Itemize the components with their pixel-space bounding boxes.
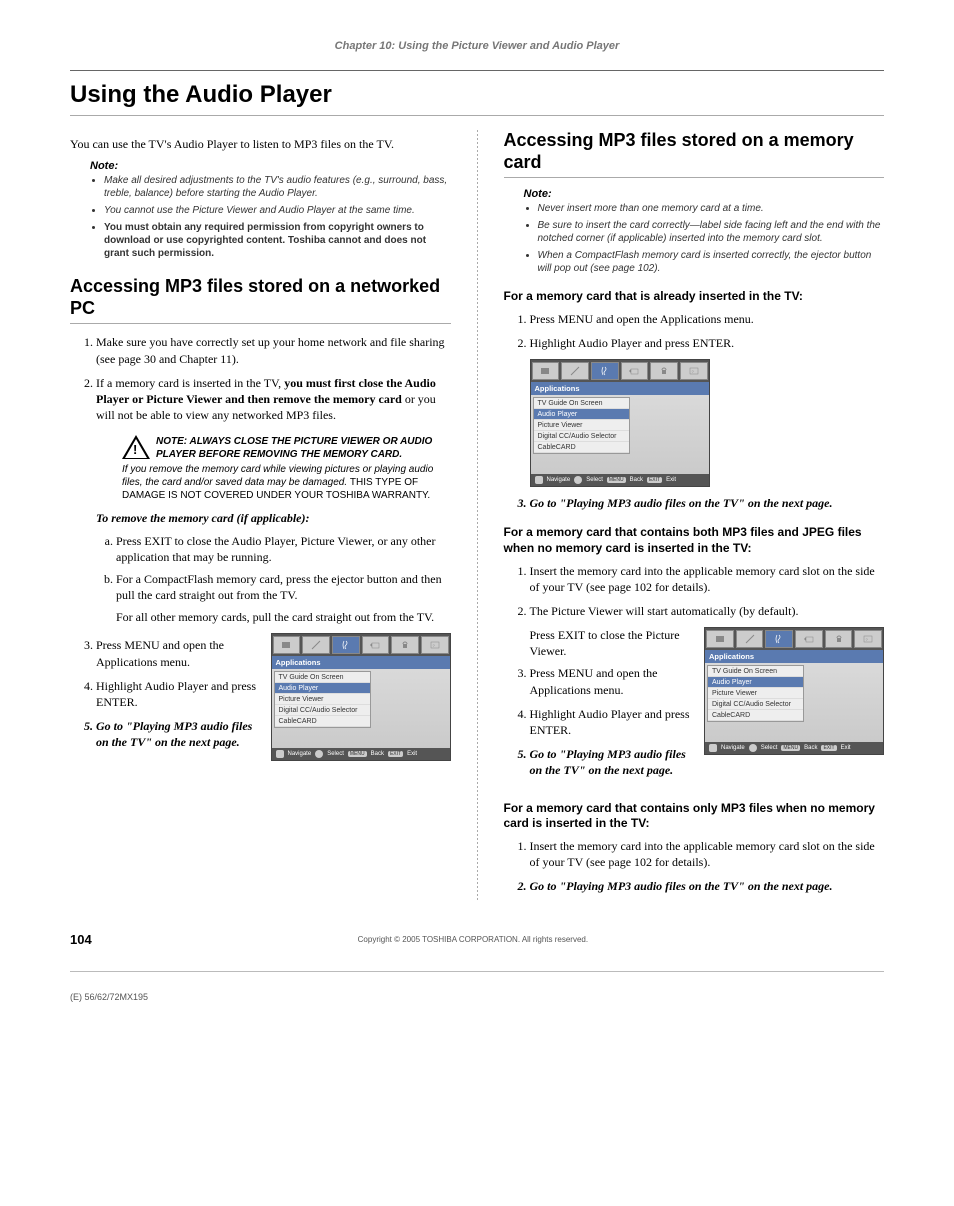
step: Insert the memory card into the applicab… [530,838,885,870]
applications-menu-screenshot: ? Applications TV Guide On Screen Audio … [704,627,884,755]
intro-text: You can use the TV's Audio Player to lis… [70,136,451,152]
menu-item: Picture Viewer [275,694,370,705]
menu-item: CableCARD [275,716,370,727]
note-item: Make all desired adjustments to the TV's… [104,174,451,200]
svg-text:?: ? [866,637,869,642]
document-code: (E) 56/62/72MX195 [70,992,884,1002]
step: The Picture Viewer will start automatica… [530,603,885,619]
menu-item: TV Guide On Screen [275,672,370,683]
step: Highlight Audio Player and press ENTER. [530,335,885,351]
applications-menu-screenshot: ? Applications TV Guide On Screen Audio … [271,633,451,761]
divider [70,70,884,71]
section-heading: Accessing MP3 files stored on a memory c… [504,130,885,173]
warning-icon: ! [122,435,150,459]
chapter-header: Chapter 10: Using the Picture Viewer and… [70,40,884,52]
menu-header: Applications [272,656,450,669]
step: Press MENU and open the Applications men… [96,637,261,669]
note-item: When a CompactFlash memory card is inser… [538,249,885,275]
page-footer: 104 Copyright © 2005 TOSHIBA CORPORATION… [70,932,884,947]
step: Insert the memory card into the applicab… [530,563,885,595]
note-item: You must obtain any required permission … [104,221,451,260]
step: Go to "Playing MP3 audio files on the TV… [530,495,885,511]
step: Press MENU and open the Applications men… [530,311,885,327]
subsection-heading: For a memory card that is already insert… [504,289,885,305]
step: Go to "Playing MP3 audio files on the TV… [530,878,885,894]
substep: For a CompactFlash memory card, press th… [116,571,451,626]
step: Make sure you have correctly set up your… [96,334,451,366]
warning-box: ! NOTE: ALWAYS CLOSE THE PICTURE VIEWER … [122,435,451,502]
section-heading: Accessing MP3 files stored on a networke… [70,276,451,319]
note-label: Note: [524,188,885,200]
applications-menu-screenshot: ? Applications TV Guide On Screen Audio … [530,359,710,487]
right-column: Accessing MP3 files stored on a memory c… [504,130,885,902]
subsection-heading: For a memory card that contains only MP3… [504,801,885,832]
subsection-heading: For a memory card that contains both MP3… [504,525,885,556]
menu-item-highlighted: Audio Player [275,683,370,694]
note-label: Note: [90,160,451,172]
svg-text:?: ? [691,369,694,374]
steps-list-cont: Press MENU and open the Applications men… [82,637,261,758]
menu-item: Digital CC/Audio Selector [275,705,370,716]
left-column: You can use the TV's Audio Player to lis… [70,130,451,902]
divider [504,177,885,178]
page-number: 104 [70,932,92,947]
note-item: You cannot use the Picture Viewer and Au… [104,204,451,217]
remove-header: To remove the memory card (if applicable… [96,510,451,526]
divider [70,115,884,116]
step: If a memory card is inserted in the TV, … [96,375,451,626]
note-list: Never insert more than one memory card a… [524,202,885,275]
note-list: Make all desired adjustments to the TV's… [90,174,451,260]
note-item: Be sure to insert the card correctly—lab… [538,219,885,245]
copyright-text: Copyright © 2005 TOSHIBA CORPORATION. Al… [92,935,854,944]
svg-text:?: ? [432,643,435,648]
warning-body: If you remove the memory card while view… [122,463,451,502]
warning-title: NOTE: ALWAYS CLOSE THE PICTURE VIEWER OR… [156,435,451,461]
divider [70,323,451,324]
substep: Press EXIT to close the Audio Player, Pi… [116,533,451,565]
page-title: Using the Audio Player [70,81,884,109]
step: Go to "Playing MP3 audio files on the TV… [96,718,261,750]
step: Highlight Audio Player and press ENTER. [96,678,261,710]
column-divider [477,130,478,902]
note-item: Never insert more than one memory card a… [538,202,885,215]
steps-list: Make sure you have correctly set up your… [82,334,451,625]
steps-list: Insert the memory card into the applicab… [516,563,885,620]
steps-list: Go to "Playing MP3 audio files on the TV… [516,495,885,511]
steps-list: Insert the memory card into the applicab… [516,838,885,895]
steps-list: Press MENU and open the Applications men… [516,311,885,351]
